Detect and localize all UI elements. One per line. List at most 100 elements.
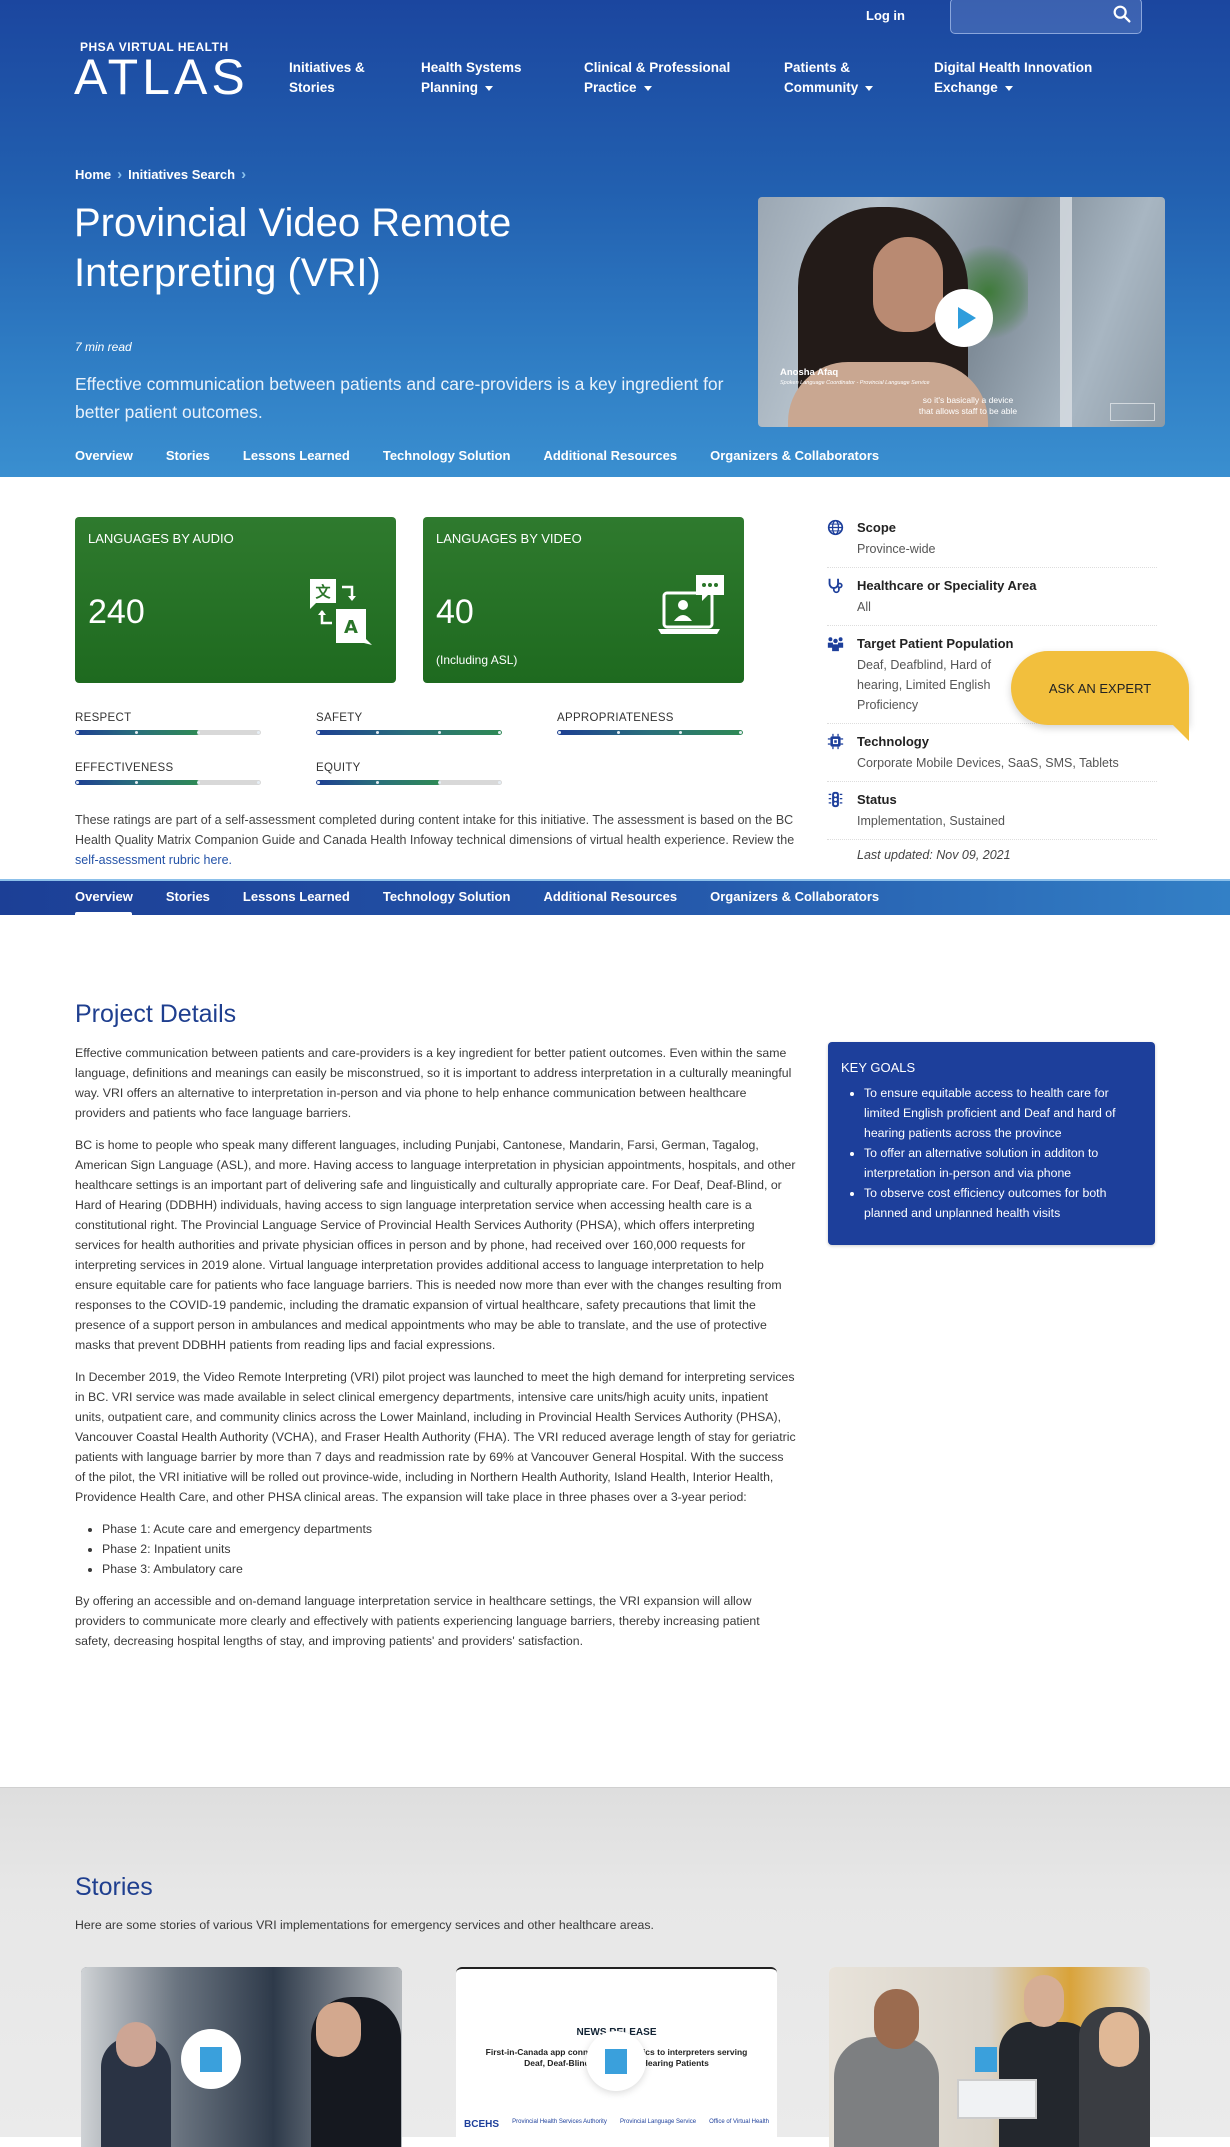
tab-lessons-learned[interactable]: Lessons Learned bbox=[243, 448, 350, 463]
rating-label: SAFETY bbox=[316, 712, 363, 724]
speech-bubble-tail bbox=[1173, 725, 1189, 741]
logo-phsa: Provincial Health Services Authority bbox=[512, 2119, 607, 2125]
meta-healthcare-area: Healthcare or Speciality Area All bbox=[827, 576, 1157, 626]
rating-tick bbox=[76, 731, 79, 734]
rating-tick bbox=[558, 731, 561, 734]
story-card[interactable] bbox=[81, 1967, 402, 2147]
story-thumbnail-person-face bbox=[874, 1989, 919, 2049]
paragraph: By offering an accessible and on-demand … bbox=[75, 1594, 760, 1648]
tab-technology-solution[interactable]: Technology Solution bbox=[383, 889, 511, 904]
caret-down-icon bbox=[1004, 85, 1013, 91]
nav-digital-health-innovation-exchange[interactable]: Digital Health Innovation Exchange bbox=[934, 58, 1092, 98]
chevron-right-icon: › bbox=[117, 166, 123, 183]
rating-label: APPROPRIATENESS bbox=[557, 712, 674, 724]
tab-stories[interactable]: Stories bbox=[166, 448, 210, 463]
caret-down-icon bbox=[485, 85, 493, 91]
tab-overview[interactable]: Overview bbox=[75, 889, 133, 904]
nav-label: Planning bbox=[421, 80, 478, 95]
globe-icon bbox=[827, 519, 844, 536]
key-goals-list: To ensure equitable access to health car… bbox=[864, 1083, 1142, 1223]
nav-label: Initiatives & bbox=[289, 60, 365, 75]
nav-label: Clinical & Professional bbox=[584, 60, 731, 75]
tab-technology-solution[interactable]: Technology Solution bbox=[383, 448, 511, 463]
rating-tick bbox=[317, 781, 320, 784]
video-speaker-name: Anosha Afaq bbox=[780, 367, 839, 378]
nav-label: Stories bbox=[289, 80, 335, 95]
logo-wordmark: ATLAS bbox=[74, 49, 249, 105]
rating-tick bbox=[498, 731, 501, 734]
login-link[interactable]: Log in bbox=[866, 8, 905, 23]
tab-lessons-learned[interactable]: Lessons Learned bbox=[243, 889, 350, 904]
self-assessment-rubric-link[interactable]: self-assessment rubric here. bbox=[75, 853, 232, 867]
nav-patients-community[interactable]: Patients & Community bbox=[784, 58, 874, 98]
rating-tick bbox=[317, 731, 320, 734]
play-button[interactable] bbox=[935, 289, 993, 347]
rating-bar bbox=[75, 730, 261, 735]
paragraph: In December 2019, the Video Remote Inter… bbox=[75, 1370, 796, 1504]
rating-label: RESPECT bbox=[75, 712, 132, 724]
meta-value: All bbox=[857, 600, 871, 614]
rating-bar bbox=[557, 730, 743, 735]
video-player[interactable]: Anosha Afaq Spoken Language Coordinator … bbox=[758, 197, 1165, 427]
rating-label: EQUITY bbox=[316, 762, 361, 774]
nav-health-systems-planning[interactable]: Health Systems Planning bbox=[421, 58, 522, 98]
story-play-button[interactable] bbox=[181, 2029, 241, 2089]
tab-overview[interactable]: Overview bbox=[75, 448, 133, 463]
story-thumbnail-patient-face bbox=[116, 2022, 156, 2067]
meta-status: Status Implementation, Sustained bbox=[827, 790, 1157, 840]
stat-value: 240 bbox=[88, 593, 145, 631]
rating-tick bbox=[257, 731, 260, 734]
tab-stories[interactable]: Stories bbox=[166, 889, 210, 904]
rating-appropriateness: APPROPRIATENESS bbox=[557, 712, 743, 735]
logo-ovh: Office of Virtual Health bbox=[709, 2119, 769, 2125]
breadcrumb-home[interactable]: Home bbox=[75, 167, 111, 182]
tab-organizers-collaborators[interactable]: Organizers & Collaborators bbox=[710, 448, 879, 463]
meta-value: Corporate Mobile Devices, SaaS, SMS, Tab… bbox=[857, 756, 1119, 770]
svg-text:A: A bbox=[344, 617, 358, 638]
rating-fill bbox=[316, 730, 502, 735]
tab-additional-resources[interactable]: Additional Resources bbox=[543, 448, 677, 463]
video-watermark-logo bbox=[1110, 403, 1155, 421]
nav-clinical-professional-practice[interactable]: Clinical & Professional Practice bbox=[584, 58, 730, 98]
story-play-button[interactable] bbox=[586, 2031, 646, 2091]
story-thumbnail-person-face bbox=[1024, 1975, 1064, 2027]
search-box[interactable] bbox=[950, 0, 1142, 34]
tab-organizers-collaborators[interactable]: Organizers & Collaborators bbox=[710, 889, 879, 904]
project-details-title: Project Details bbox=[75, 1000, 237, 1028]
hero-lead: Effective communication between patients… bbox=[75, 374, 724, 422]
story-card[interactable] bbox=[829, 1967, 1150, 2147]
nav-initiatives-stories[interactable]: Initiatives & Stories bbox=[289, 58, 365, 98]
search-icon[interactable] bbox=[1111, 3, 1133, 25]
rating-note: These ratings are part of a self-assessm… bbox=[75, 810, 805, 870]
rating-tick bbox=[197, 781, 201, 784]
news-logos: BCEHS Provincial Health Services Authori… bbox=[464, 2119, 769, 2130]
breadcrumb: Home › Initiatives Search › bbox=[75, 166, 246, 183]
rating-bar bbox=[316, 780, 502, 785]
stat-label: LANGUAGES BY VIDEO bbox=[436, 531, 582, 546]
list-item: Phase 1: Acute care and emergency depart… bbox=[102, 1519, 797, 1539]
sticky-tab-bar: Overview Stories Lessons Learned Technol… bbox=[0, 879, 1230, 916]
key-goals-card: KEY GOALS To ensure equitable access to … bbox=[828, 1042, 1155, 1245]
caption-line: so it's basically a device bbox=[922, 395, 1014, 405]
svg-text:文: 文 bbox=[315, 583, 331, 601]
story-card[interactable]: NEWS RELEASE First-in-Canada app connect… bbox=[456, 1967, 777, 2147]
ask-an-expert-button[interactable]: ASK AN EXPERT bbox=[1011, 651, 1189, 741]
search-input[interactable] bbox=[959, 5, 1109, 27]
logo-bcehs: BCEHS bbox=[464, 2119, 500, 2130]
tab-additional-resources[interactable]: Additional Resources bbox=[543, 889, 677, 904]
list-item: To offer an alternative solution in addi… bbox=[864, 1143, 1142, 1183]
rating-effectiveness: EFFECTIVENESS bbox=[75, 762, 261, 785]
rating-bar bbox=[316, 730, 502, 735]
meta-value: Deaf, Deafblind, Hard of hearing, Limite… bbox=[857, 658, 992, 712]
meta-label: Status bbox=[857, 792, 897, 807]
play-icon[interactable] bbox=[975, 2047, 997, 2072]
video-thumbnail-window-frame bbox=[1060, 197, 1072, 427]
rating-tick bbox=[197, 731, 201, 734]
breadcrumb-initiatives-search[interactable]: Initiatives Search bbox=[128, 167, 235, 182]
logo-pls: Provincial Language Service bbox=[619, 2119, 697, 2125]
chip-icon bbox=[827, 733, 844, 750]
list-item: To observe cost efficiency outcomes for … bbox=[864, 1183, 1142, 1223]
chevron-right-icon: › bbox=[241, 166, 247, 183]
stat-card-video: LANGUAGES BY VIDEO 40 (Including ASL) bbox=[423, 517, 744, 683]
video-thumbnail-person-face bbox=[873, 237, 943, 332]
